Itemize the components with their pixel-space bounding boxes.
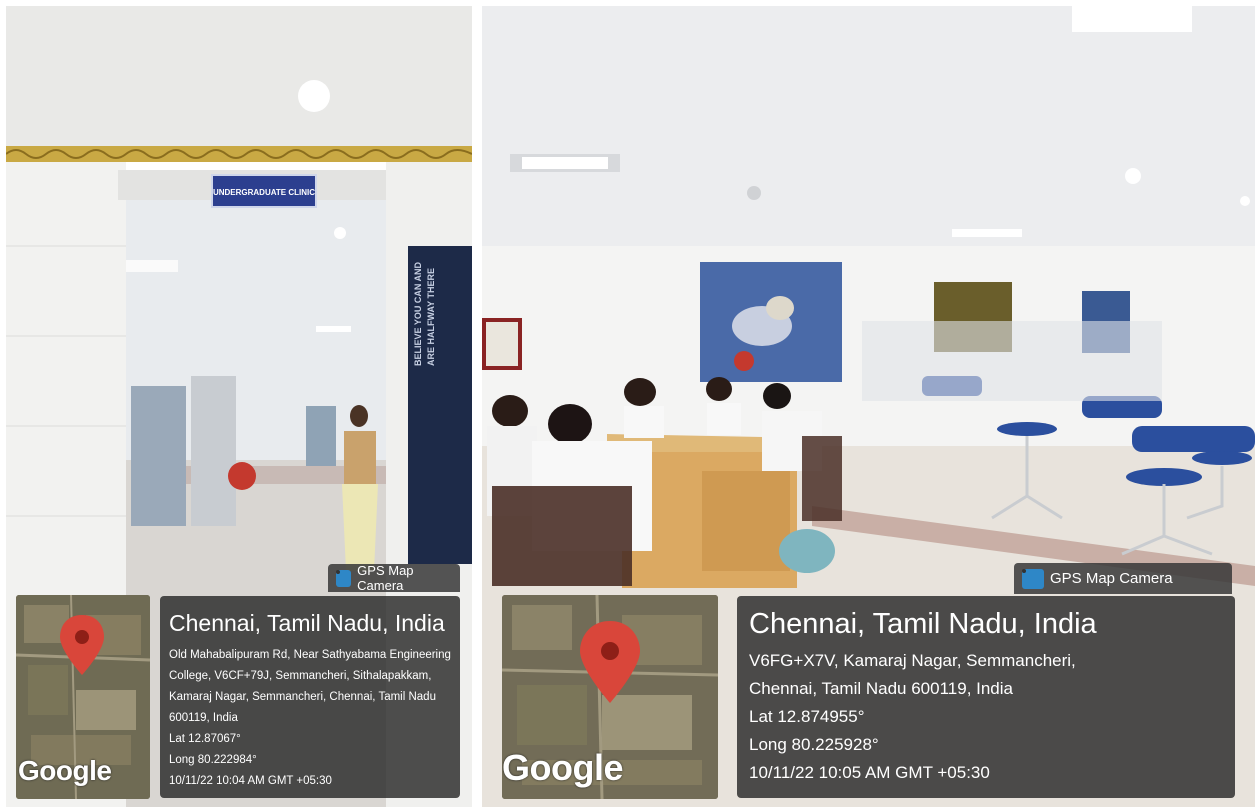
location-info-panel: Chennai, Tamil Nadu, India Old Mahabalip… (160, 596, 460, 798)
location-info-panel: Chennai, Tamil Nadu, India V6FG+X7V, Kam… (737, 596, 1235, 798)
latitude: Lat 12.87067° (169, 733, 241, 745)
longitude: Long 80.222984° (169, 754, 257, 766)
latitude: Lat 12.874955° (749, 707, 865, 726)
clinic-sign-text: UNDERGRADUATE CLINIC (213, 188, 315, 197)
gps-badge-label: GPS Map Camera (357, 563, 414, 593)
address-line-1: Old Mahabalipuram Rd, Near Sathyabama En… (169, 649, 451, 661)
address-line-3: Kamaraj Nagar, Semmancheri, Chennai, Tam… (169, 691, 436, 703)
timestamp: 10/11/22 10:05 AM GMT +05:30 (749, 763, 990, 782)
gps-map-camera-badge: GPS Map Camera (1014, 563, 1232, 594)
left-photo: BELIEVE YOU CAN AND ARE HALFWAY THERE UN… (6, 6, 472, 807)
satellite-map-thumbnail: Google (16, 595, 150, 799)
gps-camera-icon (336, 569, 352, 587)
location-city: Chennai, Tamil Nadu, India (749, 608, 1097, 640)
gps-map-camera-badge: GPS Map Camera (328, 563, 460, 593)
gps-badge-label: GPS Map Camera (1050, 570, 1173, 587)
poster-text-line1: BELIEVE YOU CAN AND (413, 261, 423, 366)
location-city: Chennai, Tamil Nadu, India (169, 610, 445, 636)
address-line-4: 600119, India (169, 712, 238, 724)
address-line-2: Chennai, Tamil Nadu 600119, India (749, 679, 1013, 698)
address-line-1: V6FG+X7V, Kamaraj Nagar, Semmancheri, (749, 651, 1076, 670)
address-line-2: College, V6CF+79J, Semmancheri, Sithalap… (169, 670, 432, 682)
satellite-map-thumbnail: Google (502, 595, 718, 799)
gps-camera-icon (1022, 568, 1044, 589)
poster-text-line2: ARE HALFWAY THERE (426, 268, 436, 366)
google-logo: Google (502, 747, 624, 788)
longitude: Long 80.225928° (749, 735, 879, 754)
right-photo: GPS Map Camera Google Chennai, Tamil Nad… (482, 6, 1255, 807)
timestamp: 10/11/22 10:04 AM GMT +05:30 (169, 775, 332, 787)
google-logo: Google (18, 755, 112, 786)
